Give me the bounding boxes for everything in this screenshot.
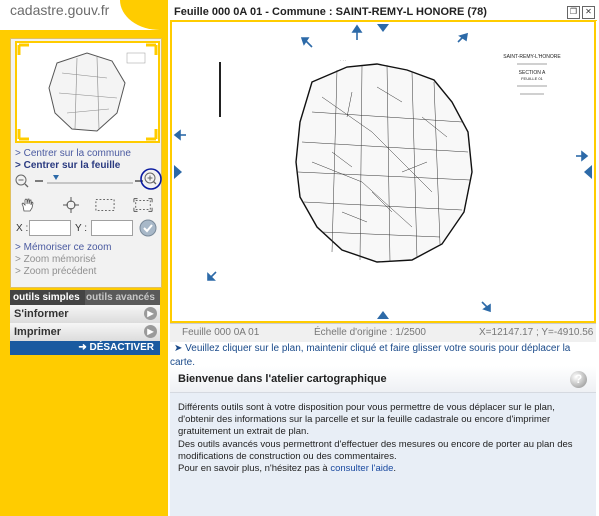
welcome-paragraph-2: Des outils avancés vous permettront d'ef… [178, 438, 573, 462]
sheet-header-label: SAINT-REMY-L'HONORE [503, 54, 561, 60]
dashed-box-icon[interactable] [133, 197, 153, 213]
inform-label: S'informer [14, 308, 69, 320]
navigation-panel: > Centrer sur la commune > Centrer sur l… [10, 38, 162, 288]
drag-hint: ➤ Veuillez cliquer sur le plan, mainteni… [170, 342, 596, 368]
zoom-in-icon[interactable] [140, 168, 162, 190]
play-arrow-icon: ▶ [144, 307, 157, 320]
print-label: Imprimer [14, 326, 62, 338]
restore-window-icon[interactable]: ❐ [567, 6, 580, 19]
welcome-title: Bienvenue dans l'atelier cartographique [178, 373, 387, 385]
memorized-zoom-link[interactable]: > Zoom mémorisé [15, 254, 96, 265]
check-circle-icon[interactable] [139, 219, 157, 240]
x-coordinate-input[interactable] [29, 220, 71, 236]
pan-hand-icon[interactable] [17, 197, 37, 213]
drag-hint-text: ➤ Veuillez cliquer sur le plan, mainteni… [170, 343, 571, 368]
inform-button[interactable]: S'informer ▶ [10, 305, 160, 324]
close-window-icon[interactable]: ✕ [582, 6, 595, 19]
coordinates-row: X : Y : [15, 219, 157, 240]
tab-advanced-tools[interactable]: outils avancés [86, 290, 160, 306]
cadastral-map-drawing: SAINT-REMY-L'HONORE SECTION A FEUILLE 01… [173, 24, 592, 319]
consult-help-link[interactable]: consulter l'aide [330, 463, 393, 474]
y-coordinate-input[interactable] [91, 220, 133, 236]
status-scale: Échelle d'origine : 1/2500 [314, 327, 426, 338]
overview-map-thumbnail [17, 43, 158, 141]
memorize-zoom-link[interactable]: > Mémoriser ce zoom [15, 242, 111, 253]
welcome-body: Différents outils sont à votre dispositi… [178, 402, 588, 475]
deactivate-button[interactable]: ➜ DÉSACTIVER [10, 341, 160, 355]
zoom-slider-row [15, 168, 162, 190]
welcome-help-suffix: . [393, 463, 397, 475]
tab-simple-tools[interactable]: outils simples [10, 290, 85, 306]
play-arrow-icon: ▶ [144, 325, 157, 338]
welcome-paragraph-3: Pour en savoir plus, n'hésitez pas à con… [178, 463, 588, 475]
print-button[interactable]: Imprimer ▶ [10, 323, 160, 342]
zoom-slider[interactable] [15, 172, 157, 190]
svg-text:· · ·: · · · [340, 58, 346, 63]
select-box-icon[interactable] [95, 197, 115, 213]
welcome-paragraph-1: Différents outils sont à votre dispositi… [178, 402, 555, 438]
welcome-panel: Bienvenue dans l'atelier cartographique … [170, 366, 596, 516]
sheet-title-bar: Feuille 000 0A 01 - Commune : SAINT-REMY… [170, 4, 597, 21]
tool-tabs: outils simples outils avancés [10, 290, 160, 306]
welcome-help-prefix: Pour en savoir plus, n'hésitez pas à [178, 463, 331, 475]
cadastral-map[interactable]: SAINT-REMY-L'HONORE SECTION A FEUILLE 01… [172, 22, 594, 321]
center-on-sheet-link[interactable]: > Centrer sur la feuille [15, 160, 120, 171]
center-target-icon[interactable] [61, 197, 81, 213]
x-label: X : [16, 223, 29, 234]
center-on-commune-link[interactable]: > Centrer sur la commune [15, 148, 131, 159]
welcome-header: Bienvenue dans l'atelier cartographique … [170, 366, 596, 393]
status-coordinates: X=12147.17 ; Y=-4910.56 [479, 327, 594, 338]
sheet-feuille-label: FEUILLE 01 [521, 76, 544, 81]
tool-row [15, 197, 157, 215]
overview-map[interactable] [15, 41, 160, 143]
status-sheet: Feuille 000 0A 01 [182, 327, 260, 338]
help-icon[interactable]: ? [570, 371, 587, 388]
deactivate-label: ➜ DÉSACTIVER [78, 342, 154, 353]
sheet-title: Feuille 000 0A 01 - Commune : SAINT-REMY… [174, 6, 487, 18]
previous-zoom-link[interactable]: > Zoom précédent [15, 266, 96, 277]
map-status-bar: Feuille 000 0A 01 Échelle d'origine : 1/… [170, 323, 596, 342]
site-logo[interactable]: cadastre.gouv.fr [10, 2, 109, 18]
y-label: Y : [75, 223, 88, 234]
